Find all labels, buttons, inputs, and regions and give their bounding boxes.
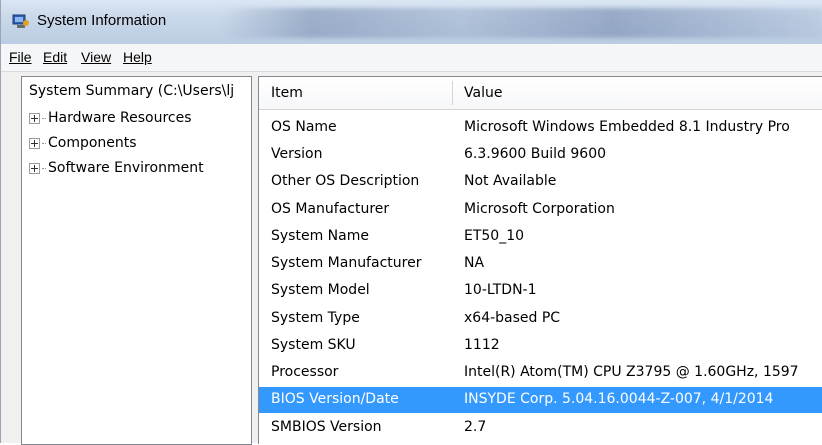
row-value: Not Available (464, 173, 557, 189)
row-value: ET50_10 (464, 228, 525, 244)
row-item: OS Name (271, 119, 337, 135)
tree-connector (42, 167, 46, 169)
menu-edit[interactable]: Edit (43, 49, 67, 65)
row-item: SMBIOS Version (271, 419, 382, 435)
tree-node-software-environment[interactable]: Software Environment (29, 160, 204, 176)
row-value: Intel(R) Atom(TM) CPU Z3795 @ 1.60GHz, 1… (464, 364, 799, 380)
row-value: Microsoft Windows Embedded 8.1 Industry … (464, 119, 790, 135)
row-value: Microsoft Corporation (464, 201, 615, 217)
category-tree[interactable]: System Summary (C:\Users\lj Hardware Res… (21, 76, 252, 445)
row-value: 2.7 (464, 419, 487, 435)
row-value: 10-LTDN-1 (464, 282, 537, 298)
tree-root-system-summary[interactable]: System Summary (C:\Users\lj (29, 83, 234, 99)
window-title: System Information (37, 12, 167, 29)
expand-icon[interactable] (29, 162, 40, 174)
list-row[interactable]: System Manufacturer NA (259, 251, 822, 277)
row-item: Processor (271, 364, 339, 380)
row-value: 1112 (464, 337, 500, 353)
tree-node-label: Components (48, 135, 137, 151)
menu-edit-label: Edit (43, 49, 68, 65)
column-header-value[interactable]: Value (464, 85, 502, 101)
row-value: NA (464, 255, 485, 271)
row-item: Other OS Description (271, 173, 420, 189)
list-row[interactable]: System SKU 1112 (259, 333, 822, 359)
column-divider[interactable] (452, 81, 453, 105)
tree-connector (42, 142, 46, 144)
list-row[interactable]: Other OS Description Not Available (259, 169, 822, 195)
menu-bar: File Edit View Help (1, 44, 822, 72)
row-item: System SKU (271, 337, 356, 353)
row-item: System Name (271, 228, 369, 244)
tree-node-label: Software Environment (48, 160, 204, 176)
menu-file-label: File (9, 49, 32, 65)
system-information-icon (12, 14, 29, 28)
menu-help[interactable]: Help (123, 49, 152, 65)
tree-node-hardware-resources[interactable]: Hardware Resources (29, 110, 192, 126)
menu-view[interactable]: View (81, 49, 111, 65)
row-item: System Model (271, 282, 370, 298)
expand-icon[interactable] (29, 137, 40, 149)
row-item: System Manufacturer (271, 255, 422, 271)
title-bar-glass (221, 8, 822, 38)
list-row[interactable]: OS Name Microsoft Windows Embedded 8.1 I… (259, 115, 822, 141)
list-row[interactable]: SMBIOS Version 2.7 (259, 415, 822, 441)
menu-file[interactable]: File (9, 49, 32, 65)
row-value: INSYDE Corp. 5.04.16.0044-Z-007, 4/1/201… (464, 391, 774, 407)
row-item: System Type (271, 310, 360, 326)
expand-icon[interactable] (29, 112, 40, 124)
list-row[interactable]: Processor Intel(R) Atom(TM) CPU Z3795 @ … (259, 360, 822, 386)
list-row[interactable]: System Type x64-based PC (259, 306, 822, 332)
list-row[interactable]: OS Manufacturer Microsoft Corporation (259, 197, 822, 223)
list-row-selected[interactable]: BIOS Version/Date INSYDE Corp. 5.04.16.0… (259, 387, 822, 413)
title-bar[interactable]: System Information (1, 0, 822, 44)
system-information-window: System Information File Edit View Help S… (0, 0, 822, 445)
list-row[interactable]: System Name ET50_10 (259, 224, 822, 250)
row-value: x64-based PC (464, 310, 561, 326)
list-row[interactable]: Version 6.3.9600 Build 9600 (259, 142, 822, 168)
details-list[interactable]: Item Value OS Name Microsoft Windows Emb… (258, 76, 822, 444)
row-item: Version (271, 146, 323, 162)
tree-connector (42, 117, 46, 119)
row-item: OS Manufacturer (271, 201, 390, 217)
column-header-item[interactable]: Item (271, 85, 303, 101)
list-row[interactable]: System Model 10-LTDN-1 (259, 278, 822, 304)
menu-help-label: Help (123, 49, 152, 65)
tree-node-label: Hardware Resources (48, 110, 192, 126)
menu-view-label: View (81, 49, 112, 65)
list-header: Item Value (259, 77, 822, 110)
row-item: BIOS Version/Date (271, 391, 399, 407)
tree-node-components[interactable]: Components (29, 135, 137, 151)
row-value: 6.3.9600 Build 9600 (464, 146, 607, 162)
